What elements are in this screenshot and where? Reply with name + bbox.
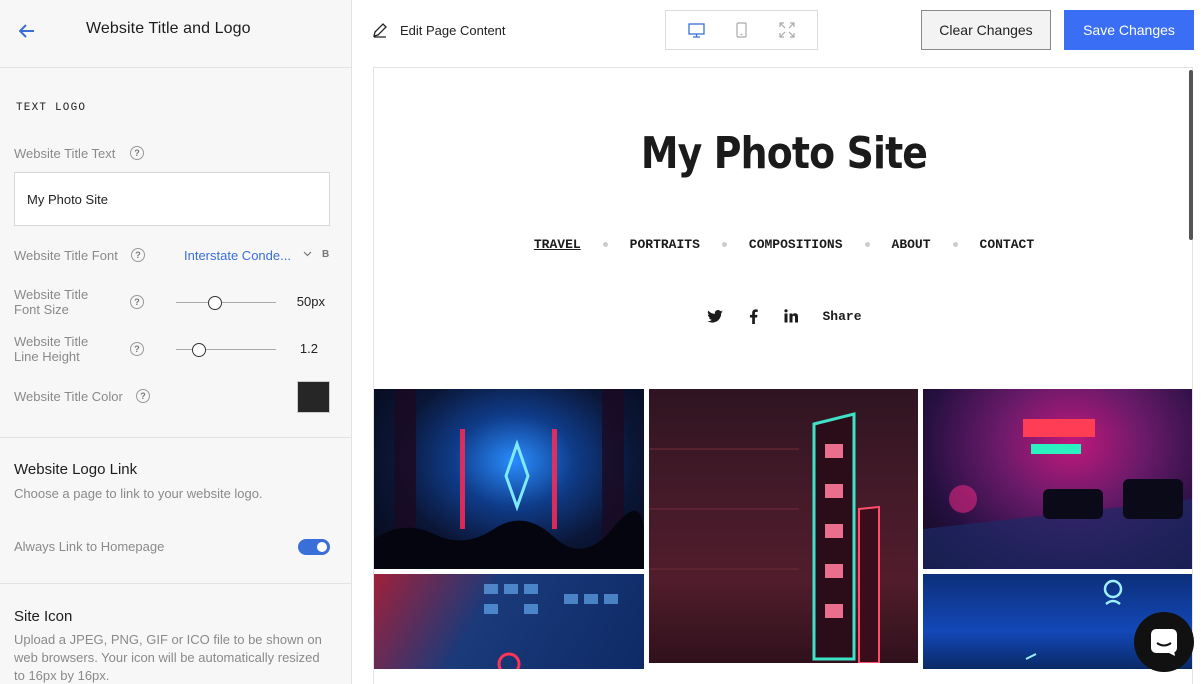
desktop-icon	[688, 22, 705, 38]
chevron-down-icon[interactable]	[303, 251, 312, 257]
nav-separator	[864, 242, 870, 247]
arrow-left-icon	[19, 24, 34, 38]
gallery-photo[interactable]	[649, 389, 918, 663]
section-label-text-logo: TEXT LOGO	[16, 102, 87, 114]
nav-separator	[721, 242, 727, 247]
help-icon[interactable]: ?	[130, 295, 144, 309]
nav-item-portraits[interactable]: PORTRAITS	[630, 237, 700, 252]
linkedin-icon[interactable]	[782, 307, 800, 325]
chat-icon	[1151, 629, 1177, 656]
website-title-input[interactable]	[14, 172, 330, 226]
nav-item-about[interactable]: ABOUT	[892, 237, 931, 252]
device-switcher	[665, 10, 818, 50]
preview-scrollbar[interactable]	[1189, 70, 1193, 240]
help-icon[interactable]: ?	[130, 146, 144, 160]
line-height-value: 1.2	[299, 341, 318, 356]
font-size-slider[interactable]	[176, 296, 276, 310]
expand-icon	[778, 22, 795, 38]
help-icon[interactable]: ?	[131, 248, 145, 262]
logo-link-desc: Choose a page to link to your website lo…	[14, 486, 263, 501]
site-preview: My Photo Site TRAVEL PORTRAITS COMPOSITI…	[373, 67, 1193, 684]
twitter-icon[interactable]	[706, 307, 724, 325]
clear-changes-button[interactable]: Clear Changes	[921, 10, 1051, 50]
title-font-label: Website Title Font	[14, 248, 118, 263]
divider	[0, 583, 351, 584]
gallery-photo[interactable]	[374, 389, 644, 569]
back-button[interactable]	[14, 18, 40, 44]
pencil-icon	[373, 23, 387, 38]
settings-sidebar: Website Title and Logo TEXT LOGO Website…	[0, 0, 352, 684]
slider-thumb[interactable]	[192, 343, 206, 357]
title-font-select[interactable]: Interstate Conde...	[184, 248, 296, 263]
social-links: Share	[374, 307, 1192, 325]
logo-link-title: Website Logo Link	[14, 461, 138, 478]
fullscreen-button[interactable]	[772, 15, 802, 45]
slider-thumb[interactable]	[208, 296, 222, 310]
nav-item-travel[interactable]: TRAVEL	[534, 237, 581, 252]
bold-toggle-button[interactable]: B	[322, 249, 329, 260]
title-text-label: Website Title Text	[14, 146, 116, 161]
line-height-slider[interactable]	[176, 343, 276, 357]
edit-page-content-button[interactable]: Edit Page Content	[372, 22, 506, 38]
save-changes-button[interactable]: Save Changes	[1064, 10, 1194, 50]
mobile-view-button[interactable]	[727, 15, 757, 45]
chat-support-button[interactable]	[1134, 612, 1194, 672]
gallery-photo[interactable]	[374, 574, 644, 669]
site-title[interactable]: My Photo Site	[431, 128, 1136, 179]
site-icon-desc: Upload a JPEG, PNG, GIF or ICO file to b…	[14, 632, 322, 683]
font-size-value: 50px	[296, 294, 325, 309]
site-icon-title: Site Icon	[14, 608, 73, 625]
title-color-swatch[interactable]	[297, 381, 330, 413]
editor-topbar: Edit Page Content Clear Changes Save Cha…	[352, 0, 1201, 62]
mobile-icon	[736, 22, 747, 38]
nav-separator	[952, 242, 958, 247]
always-link-label: Always Link to Homepage	[14, 539, 165, 554]
desktop-view-button[interactable]	[682, 15, 712, 45]
gallery-photo[interactable]	[923, 389, 1192, 569]
nav-item-contact[interactable]: CONTACT	[980, 237, 1035, 252]
always-link-toggle[interactable]	[298, 539, 330, 555]
facebook-icon[interactable]	[744, 307, 762, 325]
sidebar-title: Website Title and Logo	[86, 20, 251, 37]
line-height-label: Website Title Line Height	[14, 334, 89, 364]
title-color-label: Website Title Color	[14, 389, 123, 404]
sidebar-header: Website Title and Logo	[0, 0, 351, 68]
nav-separator	[602, 242, 608, 247]
help-icon[interactable]: ?	[136, 389, 150, 403]
font-size-label: Website Title Font Size	[14, 287, 89, 317]
nav-item-compositions[interactable]: COMPOSITIONS	[749, 237, 843, 252]
share-link[interactable]: Share	[822, 309, 861, 324]
help-icon[interactable]: ?	[130, 342, 144, 356]
divider	[0, 437, 351, 438]
site-nav: TRAVEL PORTRAITS COMPOSITIONS ABOUT CONT…	[374, 237, 1192, 252]
